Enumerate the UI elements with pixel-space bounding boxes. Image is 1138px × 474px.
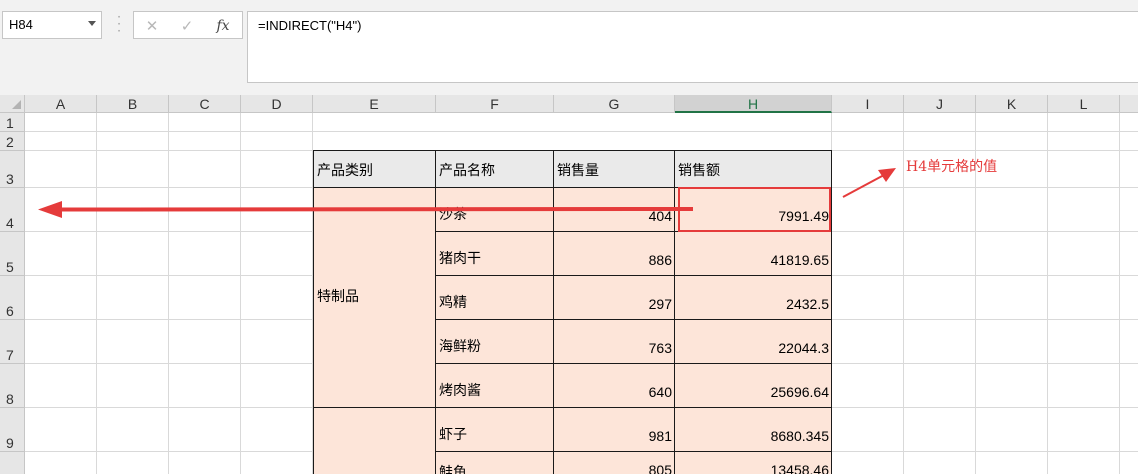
arrow-left-line: [57, 207, 694, 212]
arrow-left-head: [38, 201, 62, 218]
arrow-right-head: [878, 168, 896, 182]
arrow-right-line: [842, 174, 885, 198]
annotation-text: H4单元格的值: [906, 159, 998, 175]
annotation-arrows: [38, 168, 896, 218]
